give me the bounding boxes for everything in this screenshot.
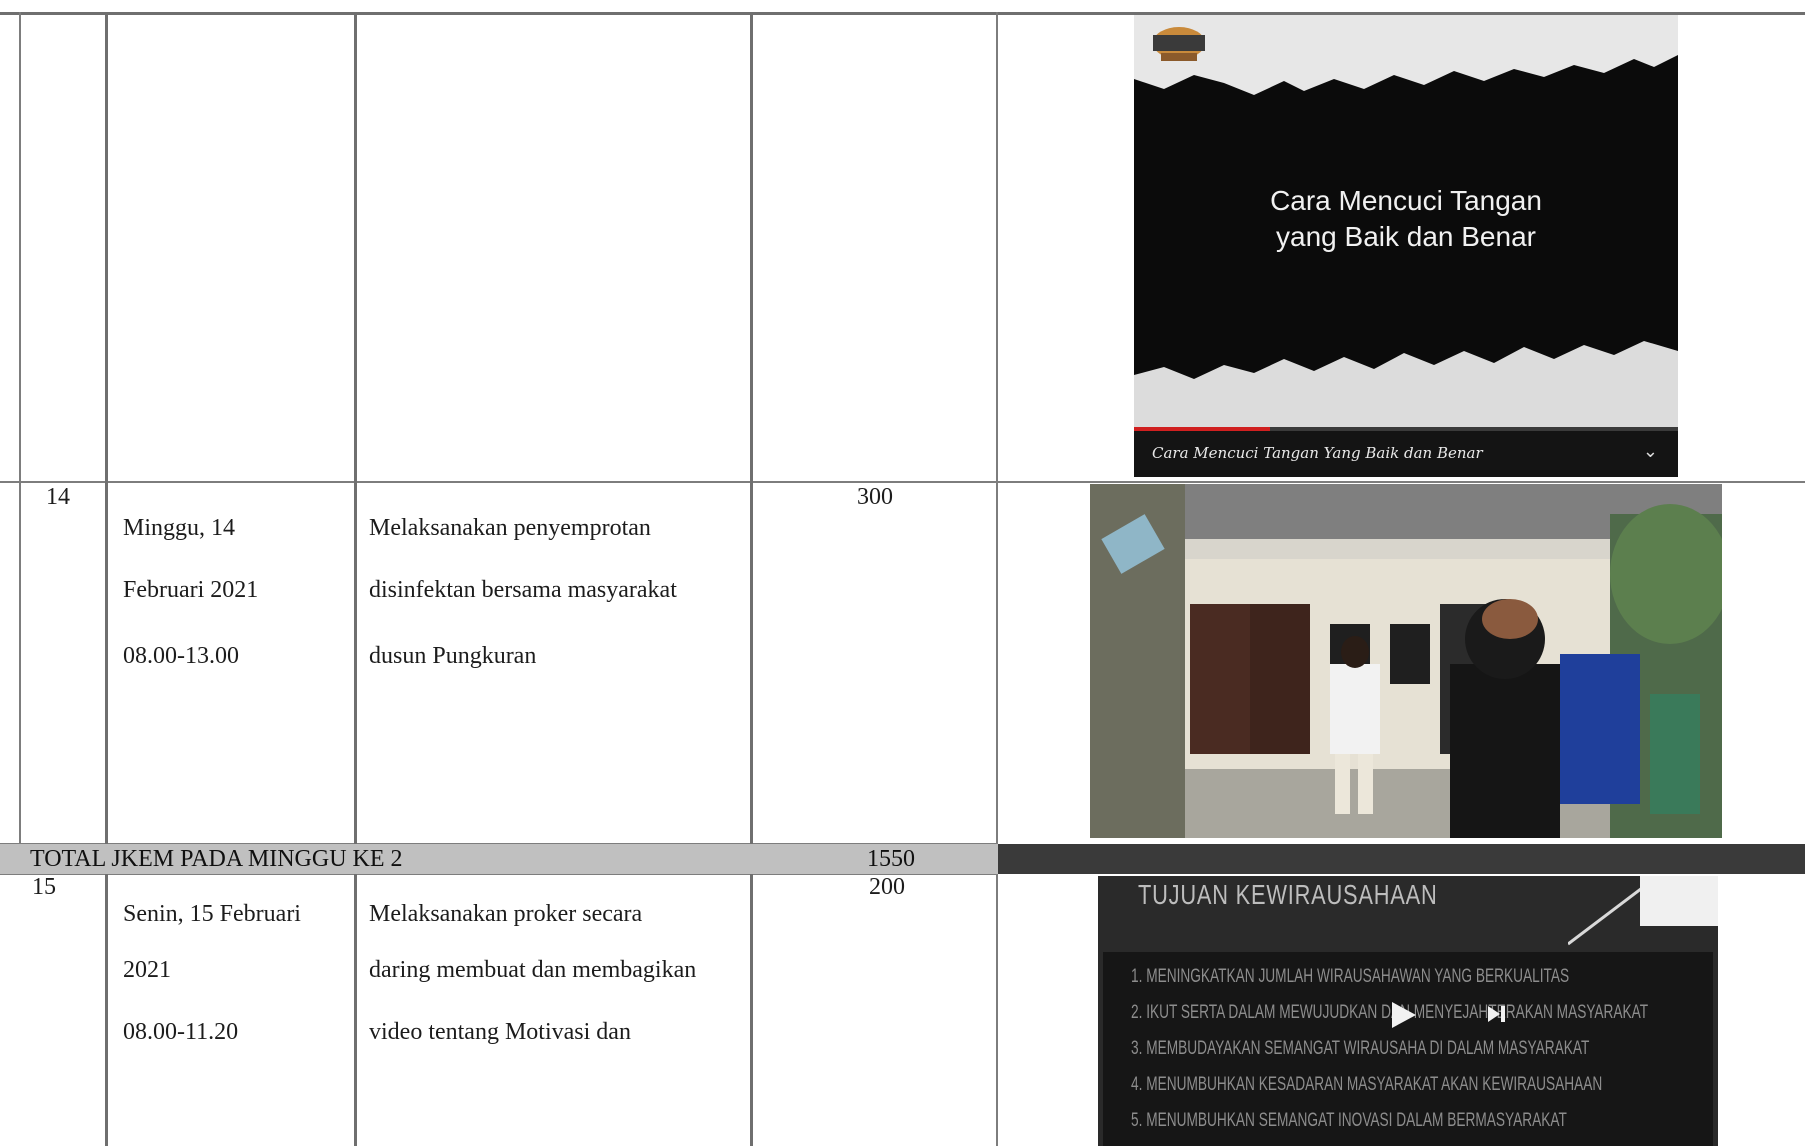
video-title-line2: yang Baik dan Benar bbox=[1276, 221, 1536, 252]
video-thumbnail-photo: Cara Mencuci Tangan yang Baik dan Benar … bbox=[1134, 15, 1678, 477]
video-title-line1: Cara Mencuci Tangan bbox=[1270, 185, 1542, 216]
row-activity-line2: disinfektan bersama masyarakat bbox=[369, 577, 677, 603]
total-row-dark-strip bbox=[998, 844, 1805, 874]
video-caption: Cara Mencuci Tangan Yang Baik dan Benar bbox=[1152, 444, 1483, 462]
slide-line-4: 4. MENUMBUHKAN KESADARAN MASYARAKAT AKAN… bbox=[1131, 1074, 1603, 1095]
slide-line-5: 5. MENUMBUHKAN SEMANGAT INOVASI DALAM BE… bbox=[1131, 1110, 1567, 1131]
row-number: 15 bbox=[32, 874, 56, 900]
total-value: 1550 bbox=[867, 846, 915, 872]
video-progress-bar bbox=[1134, 427, 1678, 431]
row-jkem: 200 bbox=[869, 874, 905, 900]
col-divider-3b bbox=[354, 874, 357, 1146]
whiteboard-frame bbox=[1567, 876, 1718, 946]
row-date: Minggu, 14 Februari 2021 08.00-13.00 bbox=[123, 482, 258, 703]
video-progress-fill bbox=[1134, 427, 1270, 431]
slide-title: TUJUAN KEWIRAUSAHAAN bbox=[1138, 879, 1438, 910]
row-activity: Melaksanakan proker secara daring membua… bbox=[369, 872, 696, 1074]
col-divider-5 bbox=[996, 12, 998, 844]
row-date: Senin, 15 Februari 2021 08.00-11.20 bbox=[123, 872, 301, 1074]
row-date-line1: Senin, 15 Februari bbox=[123, 901, 301, 927]
logo-badge bbox=[1147, 21, 1211, 73]
col-divider-2b bbox=[105, 874, 108, 1146]
row-date-line1: Minggu, 14 bbox=[123, 515, 236, 541]
video-title: Cara Mencuci Tangan yang Baik dan Benar bbox=[1134, 183, 1678, 255]
col-divider-4 bbox=[750, 12, 753, 844]
row-time: 08.00-13.00 bbox=[123, 643, 239, 669]
next-icon[interactable] bbox=[1488, 1006, 1506, 1022]
chevron-down-icon: ⌄ bbox=[1642, 441, 1658, 462]
col-divider-1 bbox=[19, 12, 21, 844]
row-number: 14 bbox=[46, 484, 70, 510]
play-icon[interactable] bbox=[1392, 1002, 1416, 1028]
col-divider-3 bbox=[354, 12, 357, 844]
slide-line-3: 3. MEMBUDAYAKAN SEMANGAT WIRAUSAHA DI DA… bbox=[1131, 1038, 1590, 1059]
motivation-slide-photo: TUJUAN KEWIRAUSAHAAN 1. MENINGKATKAN JUM… bbox=[1098, 876, 1718, 1146]
slide-line-1: 1. MENINGKATKAN JUMLAH WIRAUSAHAWAN YANG… bbox=[1131, 966, 1570, 987]
video-caption-bar: Cara Mencuci Tangan Yang Baik dan Benar … bbox=[1134, 427, 1678, 477]
row-activity-line3: video tentang Motivasi dan bbox=[369, 1019, 631, 1045]
col-divider-4b bbox=[750, 874, 753, 1146]
row-date-line2: 2021 bbox=[123, 957, 171, 983]
row-activity-line1: Melaksanakan penyemprotan bbox=[369, 515, 651, 541]
document-page: 14 Minggu, 14 Februari 2021 08.00-13.00 … bbox=[0, 0, 1805, 1146]
row-activity-line1: Melaksanakan proker secara bbox=[369, 901, 643, 927]
col-divider-5b bbox=[996, 874, 998, 1146]
slide-line-2: 2. IKUT SERTA DALAM MEWUJUDKAN DAN MENYE… bbox=[1131, 1002, 1649, 1023]
row-date-line2: Februari 2021 bbox=[123, 577, 259, 603]
row-jkem: 300 bbox=[857, 484, 893, 510]
row-activity-line2: daring membuat dan membagikan bbox=[369, 957, 697, 983]
col-divider-2 bbox=[105, 12, 108, 844]
row-time: 08.00-11.20 bbox=[123, 1019, 239, 1045]
total-label: TOTAL JKEM PADA MINGGU KE 2 bbox=[30, 846, 403, 872]
slide-content-box: 1. MENINGKATKAN JUMLAH WIRAUSAHAWAN YANG… bbox=[1103, 952, 1713, 1146]
row-activity: Melaksanakan penyemprotan disinfektan be… bbox=[369, 482, 677, 703]
disinfectant-spraying-photo bbox=[1090, 484, 1722, 838]
row-activity-line3: dusun Pungkuran bbox=[369, 643, 537, 669]
spraying-scene-illustration bbox=[1090, 484, 1722, 838]
